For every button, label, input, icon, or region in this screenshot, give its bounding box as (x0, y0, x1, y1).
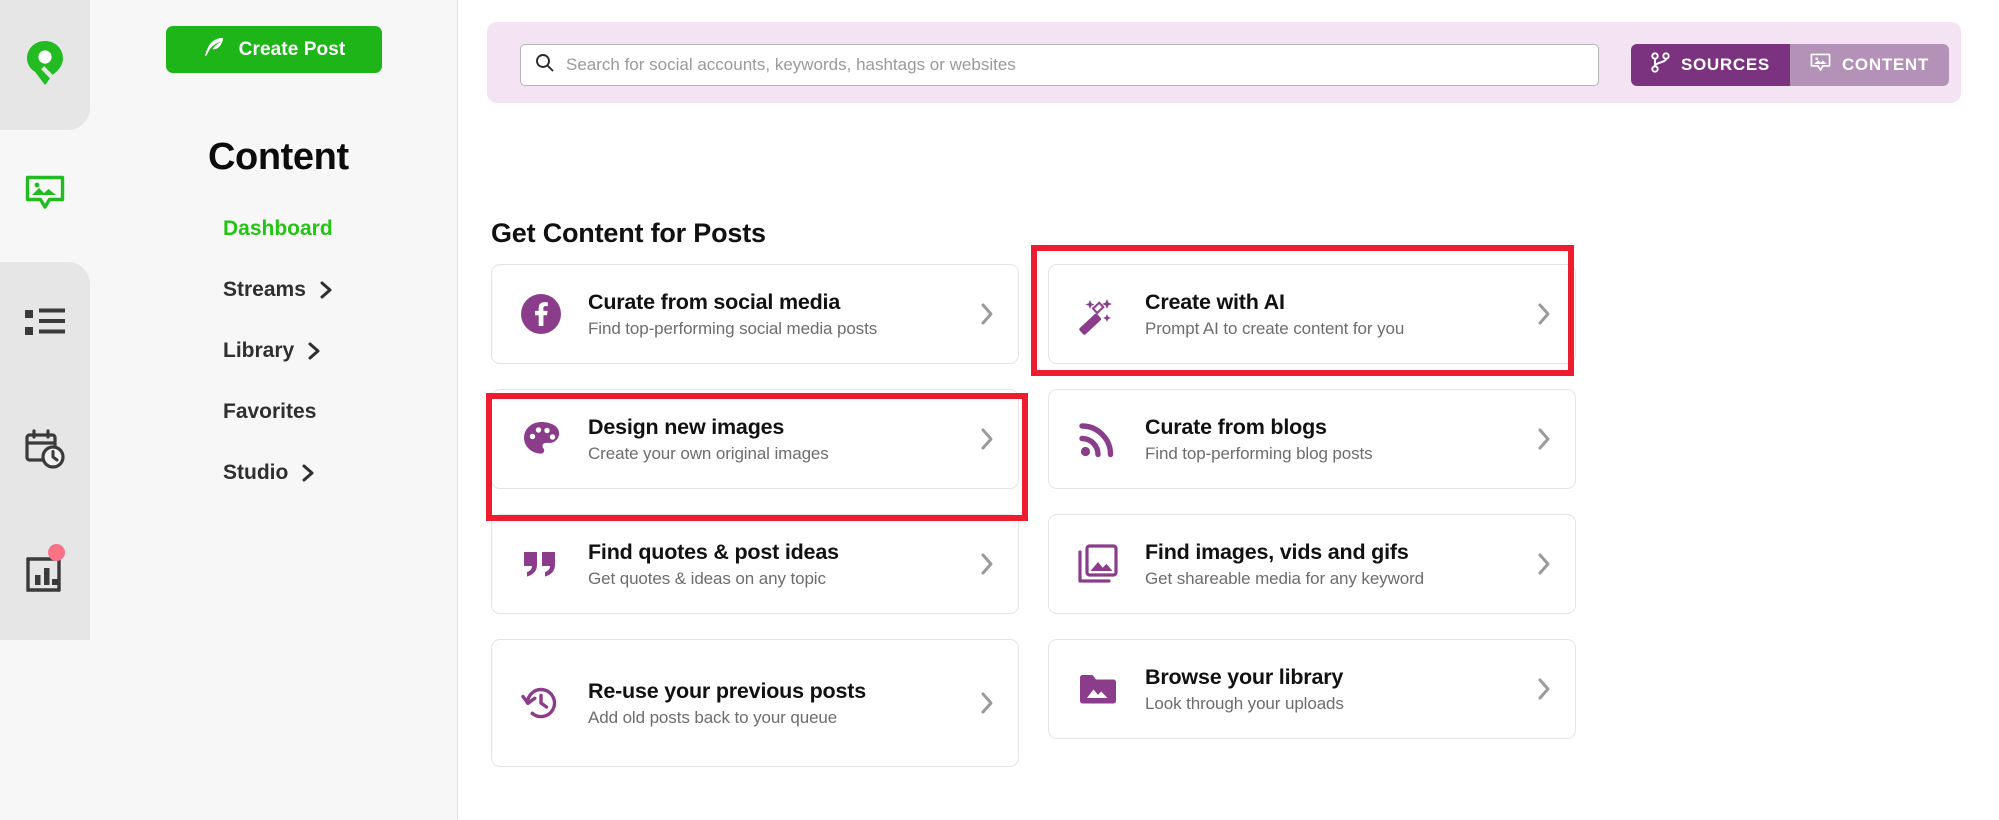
sidebar-item-label: Library (223, 339, 295, 362)
card-title: Find images, vids and gifs (1145, 539, 1409, 564)
card-reuse-previous-posts[interactable]: Re-use your previous posts Add old posts… (491, 639, 1019, 767)
rail-item-queue[interactable] (0, 262, 90, 388)
chevron-right-icon (979, 690, 996, 716)
rail-item-content[interactable] (0, 130, 90, 262)
card-text: Curate from social media Find top-perfor… (588, 289, 979, 339)
notification-badge (48, 544, 65, 561)
card-browse-your-library[interactable]: Browse your library Look through your up… (1048, 639, 1576, 739)
card-title: Create with AI (1145, 289, 1285, 314)
card-title: Re-use your previous posts (588, 678, 866, 703)
section-title: Get Content for Posts (491, 218, 766, 248)
chevron-right-icon (979, 426, 996, 452)
calendar-clock-icon (24, 428, 66, 475)
bar-chart-icon (25, 556, 65, 599)
image-comment-icon (24, 174, 66, 219)
card-text: Design new images Create your own origin… (588, 414, 979, 464)
search-input[interactable] (566, 55, 1584, 75)
card-text: Find images, vids and gifs Get shareable… (1145, 539, 1536, 589)
sidebar-item-streams[interactable]: Streams (223, 278, 333, 302)
search-mode-toggle: SOURCES CONTENT (1630, 44, 1949, 86)
rail-item-brand-logo[interactable] (0, 0, 90, 130)
folder-image-icon (1075, 671, 1121, 707)
card-title: Browse your library (1145, 664, 1344, 689)
chevron-right-icon (979, 551, 996, 577)
chevron-right-icon (1536, 426, 1553, 452)
feather-icon (202, 35, 226, 65)
card-text: Find quotes & post ideas Get quotes & id… (588, 539, 979, 589)
chevron-right-icon (301, 463, 315, 483)
stacked-images-icon (1075, 543, 1121, 585)
card-subtitle: Prompt AI to create content for you (1145, 319, 1405, 339)
sidebar-nav: Dashboard Streams Library Favorites Stud… (223, 217, 457, 485)
list-icon (24, 307, 66, 344)
card-subtitle: Create your own original images (588, 444, 829, 464)
sidebar-item-label: Streams (223, 278, 306, 301)
search-icon (535, 53, 554, 77)
card-create-with-ai[interactable]: Create with AI Prompt AI to create conte… (1048, 264, 1576, 364)
card-subtitle: Get quotes & ideas on any topic (588, 569, 826, 589)
branch-icon (1651, 52, 1670, 78)
magic-wand-icon (1075, 293, 1121, 335)
rail-item-calendar[interactable] (0, 388, 90, 514)
tab-sources[interactable]: SOURCES (1630, 44, 1790, 86)
search-field-wrapper[interactable] (520, 44, 1599, 86)
card-text: Create with AI Prompt AI to create conte… (1145, 289, 1536, 339)
app-root: Create Post Content Dashboard Streams Li… (0, 0, 1999, 820)
create-post-button[interactable]: Create Post (165, 26, 382, 73)
card-find-images-vids-and-gifs[interactable]: Find images, vids and gifs Get shareable… (1048, 514, 1576, 614)
card-design-new-images[interactable]: Design new images Create your own origin… (491, 389, 1019, 489)
card-subtitle: Find top-performing blog posts (1145, 444, 1373, 464)
card-find-quotes-and-post-ideas[interactable]: Find quotes & post ideas Get quotes & id… (491, 514, 1019, 614)
sidebar-item-studio[interactable]: Studio (223, 461, 315, 485)
sidebar-item-library[interactable]: Library (223, 339, 321, 363)
card-subtitle: Look through your uploads (1145, 694, 1344, 714)
card-text: Browse your library Look through your up… (1145, 664, 1536, 714)
card-title: Find quotes & post ideas (588, 539, 839, 564)
sidebar-item-label: Dashboard (223, 217, 333, 240)
card-curate-from-social-media[interactable]: Curate from social media Find top-perfor… (491, 264, 1019, 364)
sidebar-item-dashboard[interactable]: Dashboard (223, 217, 333, 241)
image-comment-icon (1810, 53, 1831, 78)
sidebar-item-favorites[interactable]: Favorites (223, 400, 316, 424)
page-title: Content (208, 136, 349, 178)
card-text: Re-use your previous posts Add old posts… (588, 678, 979, 728)
clock-rewind-icon (518, 682, 564, 724)
quote-icon (518, 548, 564, 580)
sidebar: Create Post Content Dashboard Streams Li… (90, 0, 458, 820)
chevron-right-icon (1536, 301, 1553, 327)
card-curate-from-blogs[interactable]: Curate from blogs Find top-performing bl… (1048, 389, 1576, 489)
icon-rail (0, 0, 90, 820)
card-title: Curate from social media (588, 289, 841, 314)
card-text: Curate from blogs Find top-performing bl… (1145, 414, 1536, 464)
tab-content-label: CONTENT (1841, 55, 1929, 74)
tab-content[interactable]: CONTENT (1789, 44, 1949, 86)
tab-sources-label: SOURCES (1680, 55, 1770, 74)
facebook-icon (518, 293, 564, 335)
pin-logo-icon (23, 39, 67, 92)
card-title: Curate from blogs (1145, 414, 1327, 439)
card-subtitle: Add old posts back to your queue (588, 708, 838, 728)
main-content: SOURCES CONTENT Get Content for Posts (458, 0, 1999, 820)
sidebar-item-label: Studio (223, 461, 289, 484)
chevron-right-icon (979, 301, 996, 327)
create-post-label: Create Post (238, 38, 346, 60)
card-title: Design new images (588, 414, 785, 439)
chevron-right-icon (319, 280, 333, 300)
chevron-right-icon (307, 341, 321, 361)
chevron-right-icon (1536, 676, 1553, 702)
rss-icon (1075, 419, 1121, 459)
content-options-grid: Curate from social media Find top-perfor… (491, 264, 1961, 792)
card-subtitle: Get shareable media for any keyword (1145, 569, 1425, 589)
card-subtitle: Find top-performing social media posts (588, 319, 878, 339)
palette-icon (518, 418, 564, 460)
sidebar-item-label: Favorites (223, 400, 317, 423)
rail-item-analytics[interactable] (0, 514, 90, 640)
search-header: SOURCES CONTENT (487, 22, 1961, 103)
chevron-right-icon (1536, 551, 1553, 577)
